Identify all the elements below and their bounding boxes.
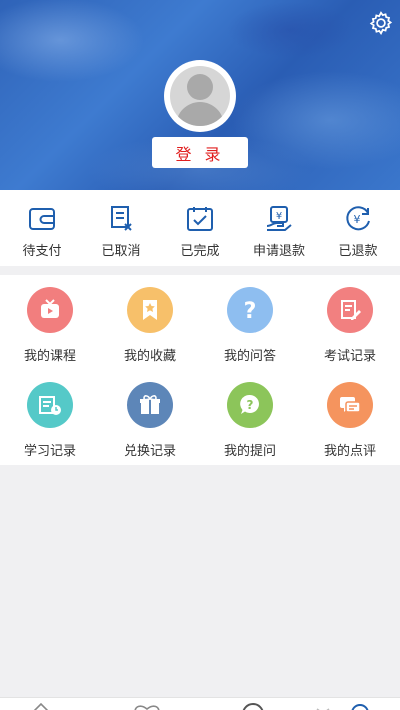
order-label: 申请退款 bbox=[252, 244, 305, 259]
svg-text:¥: ¥ bbox=[276, 211, 282, 222]
menu-label: 学习记录 bbox=[23, 444, 76, 459]
order-status-bar: 待支付 已取消 已完成 ¥ 申请退款 ¥ 已退款 bbox=[0, 190, 400, 266]
menu-my-reviews[interactable]: 我的点评 bbox=[300, 370, 400, 465]
svg-text:?: ? bbox=[247, 398, 254, 412]
bottom-tab-bar bbox=[0, 697, 400, 710]
gift-icon bbox=[127, 382, 173, 428]
order-label: 待支付 bbox=[22, 244, 62, 259]
profile-header: 登 录 bbox=[0, 0, 400, 190]
gear-icon[interactable] bbox=[368, 10, 394, 36]
order-label: 已取消 bbox=[101, 244, 141, 259]
question-bubble-icon: ? bbox=[227, 382, 273, 428]
order-label: 已退款 bbox=[338, 244, 378, 259]
explore-icon[interactable] bbox=[240, 701, 266, 710]
svg-text:¥: ¥ bbox=[354, 213, 361, 226]
home-icon[interactable] bbox=[30, 701, 52, 710]
login-button[interactable]: 登 录 bbox=[152, 137, 248, 168]
menu-study-records[interactable]: 学习记录 bbox=[0, 370, 100, 465]
menu-my-courses[interactable]: 我的课程 bbox=[0, 275, 100, 370]
order-label: 已完成 bbox=[180, 244, 220, 259]
heart-icon[interactable] bbox=[132, 701, 162, 710]
avatar[interactable] bbox=[164, 60, 236, 132]
menu-exam-records[interactable]: 考试记录 bbox=[300, 275, 400, 370]
video-play-icon bbox=[27, 287, 73, 333]
order-refunded[interactable]: ¥ 已退款 bbox=[320, 190, 396, 266]
completed-check-icon bbox=[187, 207, 213, 231]
menu-redeem-records[interactable]: 兑换记录 bbox=[100, 370, 200, 465]
order-completed[interactable]: 已完成 bbox=[162, 190, 238, 266]
menu-my-qa[interactable]: ? 我的问答 bbox=[200, 275, 300, 370]
star-icon[interactable] bbox=[312, 701, 334, 710]
bookmark-star-icon bbox=[127, 287, 173, 333]
menu-my-questions[interactable]: ? 我的提问 bbox=[200, 370, 300, 465]
refunded-yen-icon: ¥ bbox=[346, 206, 370, 231]
order-pending-payment[interactable]: 待支付 bbox=[4, 190, 80, 266]
menu-label: 考试记录 bbox=[323, 349, 376, 364]
exam-edit-icon bbox=[327, 287, 373, 333]
menu-label: 我的课程 bbox=[23, 349, 76, 364]
question-icon: ? bbox=[227, 287, 273, 333]
menu-label: 我的收藏 bbox=[123, 349, 176, 364]
refund-request-icon: ¥ bbox=[266, 206, 292, 231]
svg-text:?: ? bbox=[244, 299, 257, 323]
menu-label: 兑换记录 bbox=[123, 444, 176, 459]
feature-grid: 我的课程 我的收藏 ? 我的问答 考试记录 学习记录 兑换记录 ? 我的提问 我… bbox=[0, 275, 400, 465]
order-cancelled[interactable]: 已取消 bbox=[83, 190, 159, 266]
profile-icon[interactable] bbox=[348, 701, 372, 710]
order-refund-request[interactable]: ¥ 申请退款 bbox=[241, 190, 317, 266]
comment-icon bbox=[327, 382, 373, 428]
menu-label: 我的提问 bbox=[223, 444, 276, 459]
menu-label: 我的问答 bbox=[223, 349, 276, 364]
menu-label: 我的点评 bbox=[323, 444, 376, 459]
menu-my-favorites[interactable]: 我的收藏 bbox=[100, 275, 200, 370]
study-history-icon bbox=[27, 382, 73, 428]
wallet-icon bbox=[29, 208, 55, 230]
cancelled-doc-icon bbox=[111, 206, 132, 231]
